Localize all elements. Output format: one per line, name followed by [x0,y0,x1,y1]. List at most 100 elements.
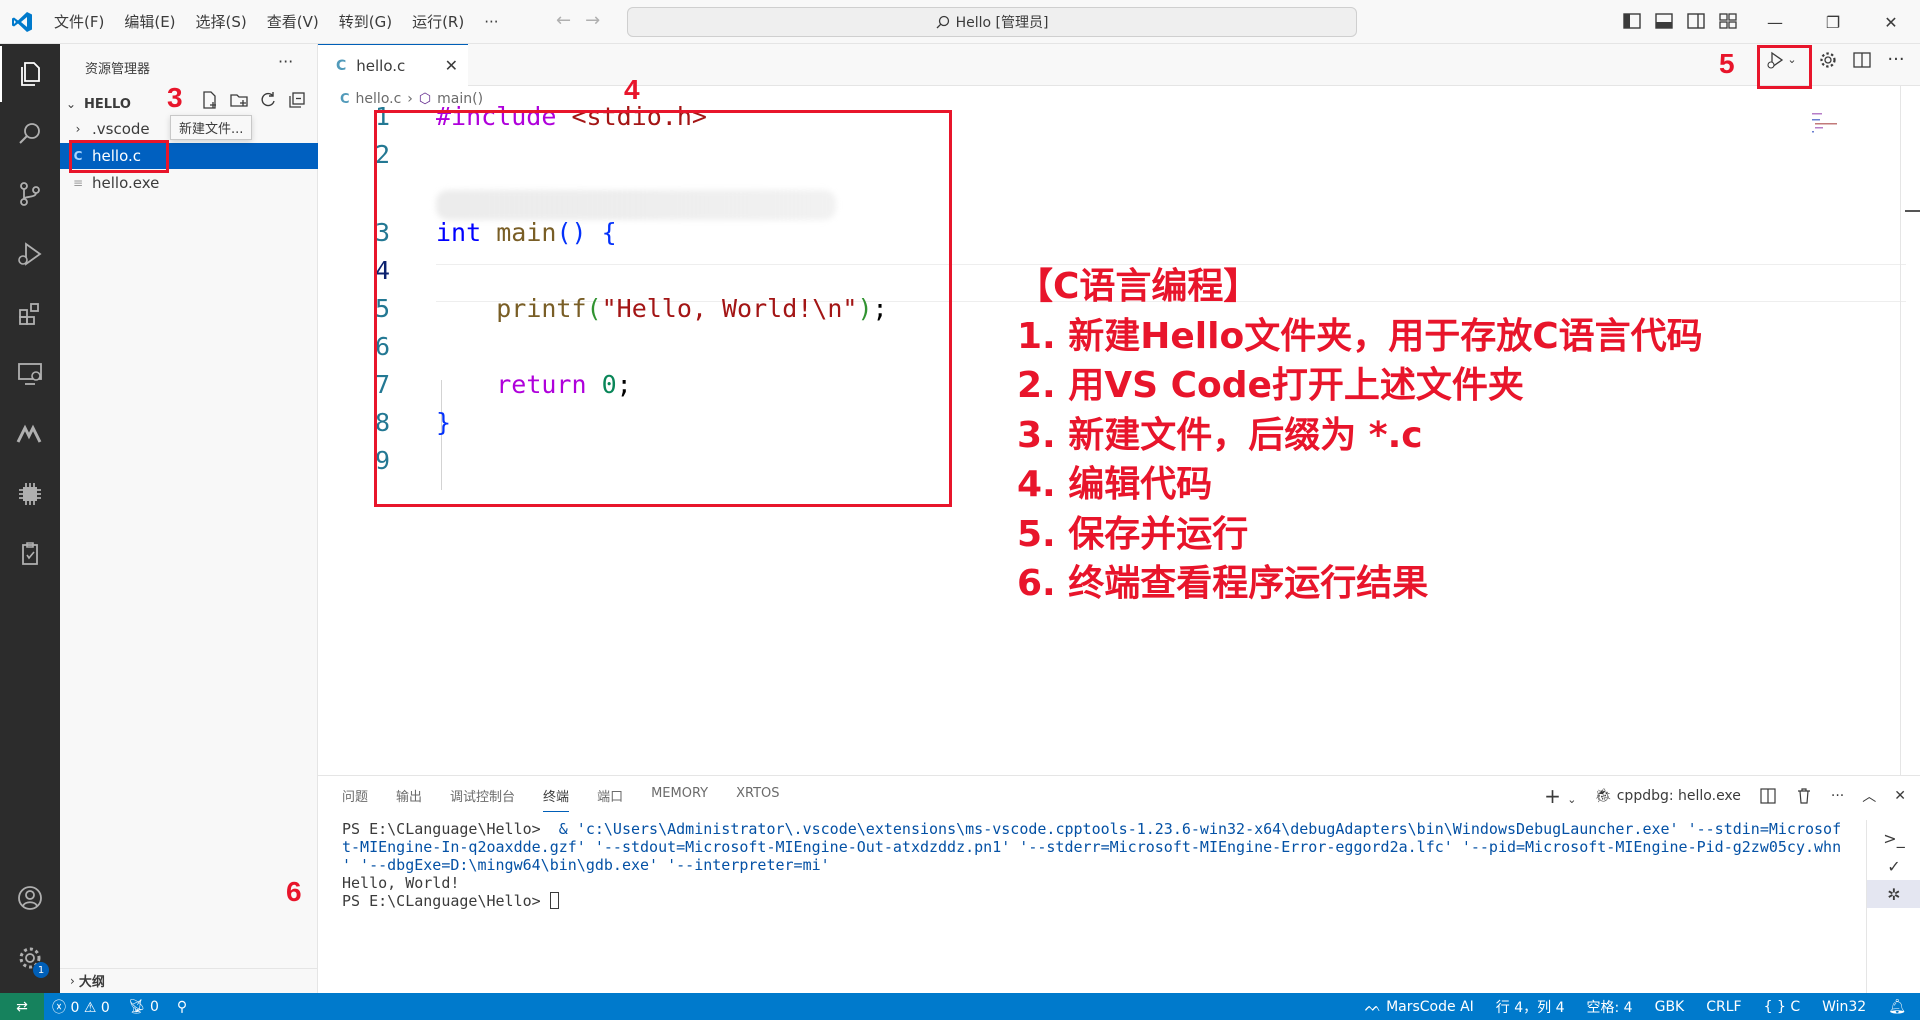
run-debug-icon[interactable] [0,226,60,282]
explorer-more-icon[interactable]: ··· [278,52,293,71]
search-icon[interactable] [0,106,60,162]
terminal[interactable]: PS E:\CLanguage\Hello> & 'c:\Users\Admin… [342,820,1862,910]
restore-icon[interactable]: ❐ [1804,0,1862,44]
menu-view[interactable]: 查看(V) [257,0,329,44]
tab-problems[interactable]: 问题 [342,786,368,812]
more-actions-icon[interactable]: ··· [1831,788,1844,804]
outline-header[interactable]: › 大纲 [60,968,318,992]
error-icon: ⓧ [52,999,66,1016]
close-window-icon[interactable]: ✕ [1862,0,1920,44]
account-icon[interactable] [0,870,60,926]
new-folder-icon[interactable] [229,90,249,110]
chevron-right-icon: › [70,973,75,988]
cursor-position[interactable]: 行 4，列 4 [1496,997,1565,1017]
nav-arrows: ← → [556,10,600,31]
line-ending[interactable]: CRLF [1706,999,1741,1015]
menu-run[interactable]: 运行(R) [402,0,474,44]
more-actions-icon[interactable]: ··· [1886,50,1906,70]
menu-selection[interactable]: 选择(S) [186,0,257,44]
menu-go[interactable]: 转到(G) [329,0,402,44]
forward-arrow-icon[interactable]: → [585,10,600,31]
notes-step-3: 3. 新建文件，后缀为 *.c [1017,414,1423,456]
language-mode[interactable]: { } C [1764,999,1801,1015]
language-label: C [1790,998,1801,1015]
explorer-icon[interactable] [0,46,60,102]
braces-icon: { } [1763,998,1786,1015]
remote-explorer-icon[interactable] [0,346,60,402]
tab-xrtos[interactable]: XRTOS [736,786,779,812]
extensions-icon[interactable] [0,286,60,342]
new-terminal-icon[interactable]: + ⌄ [1544,784,1576,808]
error-count: 0 [70,999,80,1016]
marscode-status[interactable]: ᨓ MarsCode AI [1365,999,1474,1015]
terminal-prompt: PS E:\CLanguage\Hello> [342,820,550,838]
terminal-command-cont: ' '--dbgExe=D:\mingw64\bin\gdb.exe' '--i… [342,856,830,874]
menu-more[interactable]: ··· [474,0,508,44]
collapse-all-icon[interactable] [287,90,307,110]
terminal-cursor [549,892,559,909]
indentation[interactable]: 空格: 4 [1587,997,1633,1017]
maximize-panel-icon[interactable]: ︿ [1862,786,1876,806]
tab-memory[interactable]: MEMORY [651,786,708,812]
tab-ports[interactable]: 端口 [597,786,623,812]
remote-indicator-icon[interactable]: ⇄ [0,993,44,1020]
menu-edit[interactable]: 编辑(E) [114,0,185,44]
command-center[interactable]: Hello [管理员] [627,7,1357,37]
check-icon[interactable]: ✓ [1867,852,1920,880]
panel-actions: + ⌄ 🐞︎ cppdbg: hello.exe ··· ︿ ✕ [1544,784,1906,808]
terminal-output: Hello, World! [342,874,460,892]
tab-label: hello.c [356,56,406,75]
ports-count: 0 [150,998,159,1015]
settings-badge: 1 [33,962,49,978]
menu-file[interactable]: 文件(F) [44,0,114,44]
marscode-icon[interactable] [0,406,60,462]
overview-ruler[interactable] [1900,86,1920,776]
tab-debug-console[interactable]: 调试控制台 [450,786,515,812]
split-editor-icon[interactable] [1852,50,1872,70]
cursor-mark [1905,210,1920,212]
tab-terminal[interactable]: 终端 [543,786,570,812]
search-icon [936,15,949,29]
testing-icon[interactable] [0,526,60,582]
debug-terminal-icon[interactable]: ✲ [1867,880,1920,908]
problems-status[interactable]: ⓧ 0 ⚠ 0 [52,997,110,1017]
customize-layout-icon[interactable] [1718,11,1738,31]
outline-label: 大纲 [78,975,105,990]
debug-status-icon[interactable]: ⚲ [177,999,187,1015]
bell-icon[interactable]: 🔔︎ [1888,999,1906,1015]
refresh-icon[interactable] [258,90,278,110]
panel-tabs: 问题 输出 调试控制台 终端 端口 MEMORY XRTOS [342,786,780,812]
tab-output[interactable]: 输出 [396,786,422,812]
explorer-sidebar: 资源管理器 ··· ⌄ HELLO › .vscode C hello.c ≡ … [60,44,318,993]
bottom-panel: 问题 输出 调试控制台 终端 端口 MEMORY XRTOS + ⌄ 🐞︎ cp… [318,775,1920,994]
debug-session-selector[interactable]: 🐞︎ cppdbg: hello.exe [1595,788,1741,804]
tab-hello-c[interactable]: C hello.c ✕ [318,44,468,86]
tree-item-label: hello.exe [92,174,160,192]
new-file-icon[interactable] [200,90,220,110]
encoding[interactable]: GBK [1655,999,1685,1015]
tree-item-hello-exe[interactable]: ≡ hello.exe [60,170,318,196]
marscode-icon: ᨓ [1364,998,1382,1015]
folder-name: HELLO [84,96,131,112]
explorer-title: 资源管理器 [85,62,151,77]
split-terminal-icon[interactable] [1759,787,1777,805]
terminal-powershell-icon[interactable]: >_ [1867,824,1920,852]
close-tab-icon[interactable]: ✕ [445,56,458,75]
toggle-secondary-sidebar-icon[interactable] [1686,11,1706,31]
status-left: ⓧ 0 ⚠ 0 📡︎ 0 ⚲ [52,993,187,1020]
settings-gear-icon[interactable]: 1 [0,930,60,986]
ports-status[interactable]: 📡︎ 0 [128,999,159,1015]
toggle-primary-sidebar-icon[interactable] [1622,11,1642,31]
embedded-chip-icon[interactable] [0,466,60,522]
trash-icon[interactable] [1795,787,1813,805]
layout-controls [1622,11,1738,31]
file-lines-icon: ≡ [72,176,84,190]
platform[interactable]: Win32 [1822,999,1866,1015]
minimize-icon[interactable]: — [1746,0,1804,44]
settings-gear-icon[interactable] [1818,50,1838,70]
source-control-icon[interactable] [0,166,60,222]
back-arrow-icon[interactable]: ← [556,10,571,31]
toggle-panel-icon[interactable] [1654,11,1674,31]
close-panel-icon[interactable]: ✕ [1894,788,1906,804]
menu-bar: 文件(F) 编辑(E) 选择(S) 查看(V) 转到(G) 运行(R) ··· [44,0,509,44]
